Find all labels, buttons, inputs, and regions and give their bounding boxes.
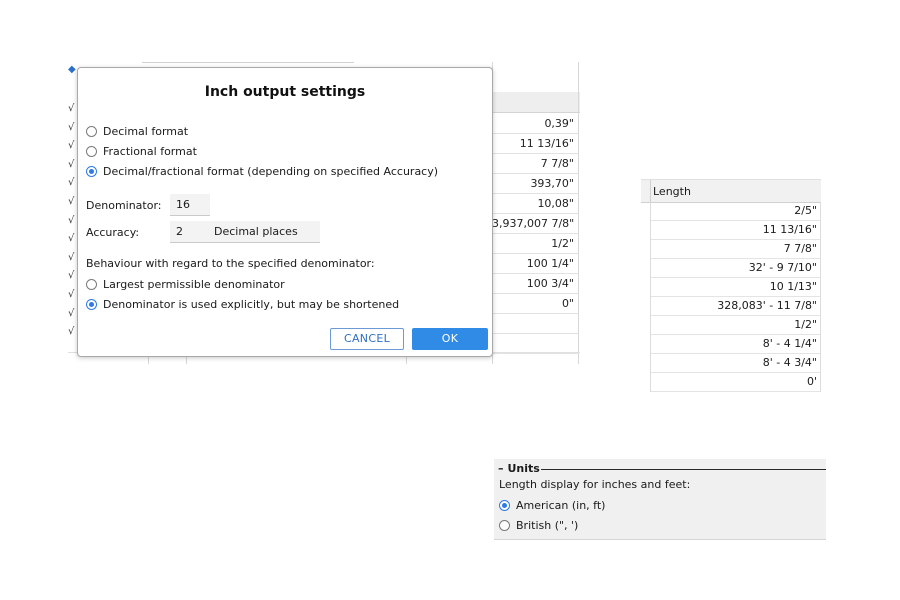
radio-button-icon[interactable] [499,519,510,531]
radio-decimal-fractional-format[interactable]: Decimal/fractional format (depending on … [86,163,438,179]
radio-button-icon[interactable] [86,145,97,157]
table-cell: 0" [492,294,578,314]
radio-button-selected-icon[interactable] [86,298,97,310]
table-cell[interactable]: 7 7/8" [651,240,820,259]
table-cell: 1/2" [492,234,578,254]
background-value-column: 0,39" 11 13/16" 7 7/8" 393,70" 10,08" 3,… [492,114,578,354]
table-cell[interactable]: 8' - 4 1/4" [651,335,820,354]
radio-button-selected-icon[interactable] [86,165,97,177]
app-icon: ◆ [68,64,76,75]
table-cell[interactable]: 328,083' - 11 7/8" [651,297,820,316]
units-title: Units [507,462,540,475]
background-toolbar-line [142,62,354,63]
length-table: Length 2/5" 11 13/16" 7 7/8" 32' - 9 7/1… [641,179,821,397]
units-group-legend: – Units [498,462,540,475]
accuracy-input[interactable]: 2 Decimal places [170,221,320,243]
table-cell: 0,39" [492,114,578,134]
radio-label: Fractional format [103,144,197,158]
length-header-label: Length [653,185,691,198]
table-cell [492,314,578,334]
units-panel: – Units Length display for inches and fe… [494,459,826,540]
radio-label: Denominator is used explicitly, but may … [103,297,400,311]
radio-decimal-format[interactable]: Decimal format [86,123,188,139]
radio-button-selected-icon[interactable] [499,499,510,511]
radio-largest-permissible-denominator[interactable]: Largest permissible denominator [86,276,285,292]
behaviour-label: Behaviour with regard to the specified d… [86,257,375,270]
table-cell: 10,08" [492,194,578,214]
denominator-input[interactable]: 16 [170,194,210,216]
table-cell: 3,937,007 7/8" [492,214,578,234]
table-cell[interactable]: 32' - 9 7/10" [651,259,820,278]
accuracy-value: 2 [176,225,183,238]
radio-label: British (", ') [516,518,579,532]
radio-button-icon[interactable] [86,125,97,137]
background-gridline [578,62,579,364]
cancel-button[interactable]: CANCEL [330,328,404,350]
table-cell[interactable]: 8' - 4 3/4" [651,354,820,373]
radio-label: Decimal/fractional format (depending on … [103,164,439,178]
table-cell: 100 3/4" [492,274,578,294]
background-column-header [492,92,580,113]
table-cell[interactable]: 0' [651,373,820,392]
legend-dash: – [498,462,504,475]
table-cell[interactable]: 2/5" [651,202,820,221]
table-cell [492,334,578,354]
radio-american-units[interactable]: American (in, ft) [499,497,605,513]
length-column: 2/5" 11 13/16" 7 7/8" 32' - 9 7/10" 10 1… [650,202,821,392]
table-cell: 7 7/8" [492,154,578,174]
dialog-title: Inch output settings [204,84,366,100]
radio-denominator-used-explicitly[interactable]: Denominator is used explicitly, but may … [86,296,399,312]
radio-button-icon[interactable] [86,278,97,290]
radio-british-units[interactable]: British (", ') [499,517,578,533]
accuracy-unit-label: Decimal places [214,225,298,238]
column-divider [650,180,651,202]
accuracy-label: Accuracy: [86,226,140,239]
table-cell[interactable]: 11 13/16" [651,221,820,240]
radio-label: American (in, ft) [516,498,606,512]
ok-button[interactable]: OK [412,328,488,350]
table-cell: 393,70" [492,174,578,194]
table-cell[interactable]: 1/2" [651,316,820,335]
inch-output-settings-dialog: Inch output settings Decimal format Frac… [77,67,493,357]
radio-label: Decimal format [103,124,189,138]
table-cell[interactable]: 10 1/13" [651,278,820,297]
denominator-label: Denominator: [86,199,162,212]
units-description: Length display for inches and feet: [499,478,691,491]
table-cell: 100 1/4" [492,254,578,274]
table-cell: 11 13/16" [492,134,578,154]
radio-label: Largest permissible denominator [103,277,285,291]
radio-fractional-format[interactable]: Fractional format [86,143,197,159]
length-column-header[interactable]: Length [641,179,821,203]
group-divider [541,469,826,470]
